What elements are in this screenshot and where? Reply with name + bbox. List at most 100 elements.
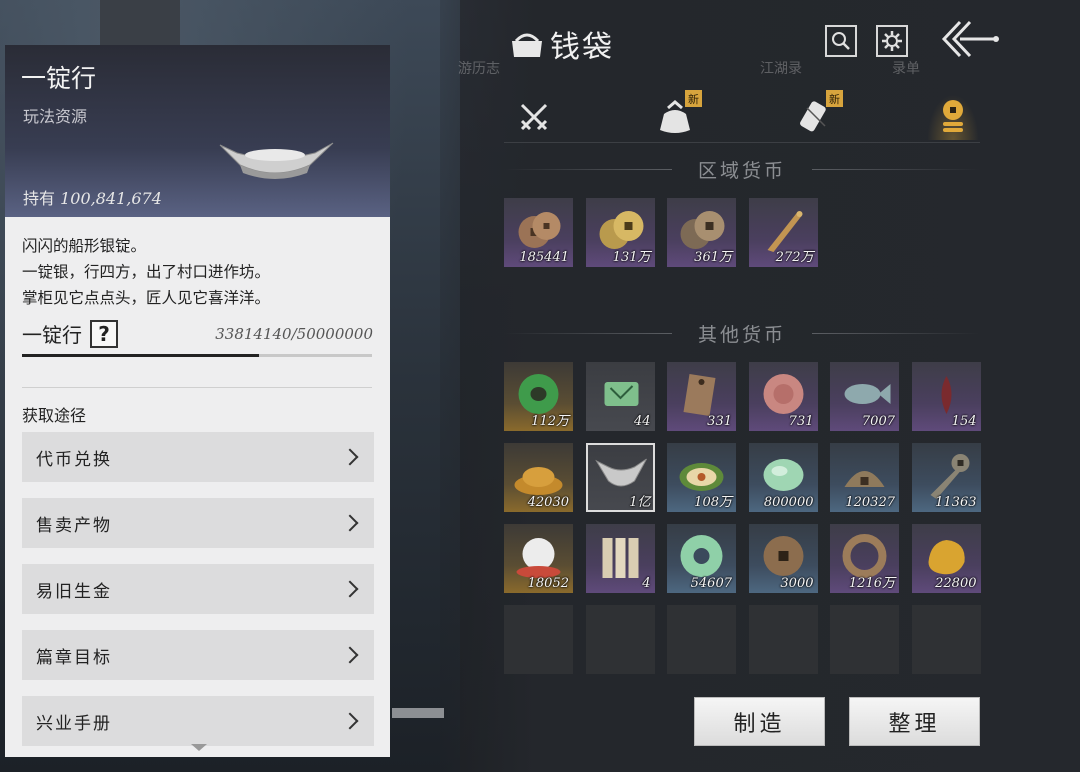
tab-equipment[interactable]: [509, 94, 559, 140]
sort-button[interactable]: 整理: [849, 697, 980, 746]
currency-slot[interactable]: 731: [748, 362, 818, 431]
currency-count: 108万: [694, 495, 732, 510]
item-detail-body: 闪闪的船形银锭。 一锭银，行四方，出了村口进作坊。 掌柜见它点点头，匠人见它喜洋…: [5, 217, 390, 746]
currency-slot[interactable]: 11363: [911, 443, 981, 512]
tab-pouch[interactable]: 新: [650, 90, 702, 140]
bronze-coins-icon: [518, 212, 561, 248]
settings-button[interactable]: [876, 25, 908, 57]
divider: [22, 387, 372, 388]
currency-count: 361万: [694, 250, 732, 265]
jade-bi-icon: [680, 535, 723, 577]
source-item-label: 兴业手册: [36, 713, 112, 734]
tabs-divider: [504, 142, 980, 143]
currency-slot[interactable]: 800000: [748, 443, 818, 512]
help-icon[interactable]: ?: [90, 319, 118, 348]
currency-slot[interactable]: 120327: [830, 443, 899, 512]
progress-bar: [22, 354, 372, 357]
currency-count: 185441: [519, 250, 569, 265]
new-badge: 新: [685, 90, 702, 107]
item-subtitle: 玩法资源: [23, 107, 88, 126]
regional-currency-grid: 185441 131万 361万 272万: [504, 198, 981, 267]
bronze-tag-icon: [683, 374, 716, 416]
currency-slot[interactable]: 22800: [911, 524, 981, 593]
chevron-right-icon: [341, 580, 359, 598]
back-arrow-icon[interactable]: [938, 18, 1000, 60]
currency-count: 18052: [527, 576, 569, 591]
progress-value: 33814140/50000000: [215, 324, 373, 343]
empty-slot: [585, 605, 655, 674]
held-value: 100,841,674: [60, 189, 162, 208]
currency-count: 800000: [763, 495, 814, 510]
currency-slot[interactable]: 3000: [748, 524, 818, 593]
description-line: 掌柜见它点点头，匠人见它喜洋洋。: [22, 289, 271, 307]
pearl-icon: [516, 538, 561, 578]
source-item-label: 易旧生金: [36, 581, 112, 602]
currency-slot[interactable]: 18052: [504, 524, 573, 593]
currency-slot[interactable]: 185441: [504, 198, 573, 267]
ancient-spade-coin-icon: [930, 454, 969, 499]
currency-slot[interactable]: 1亿: [585, 443, 655, 512]
red-leaf-icon: [941, 376, 951, 414]
source-title: 获取途径: [22, 406, 87, 425]
scroll-down-icon[interactable]: [191, 744, 207, 751]
red-jade-icon: [763, 374, 803, 414]
currency-slot[interactable]: 1216万: [830, 524, 899, 593]
source-item[interactable]: 售卖产物: [22, 498, 374, 548]
empty-slot: [504, 605, 573, 674]
currency-count: 3000: [780, 576, 814, 591]
currency-slot[interactable]: 272万: [748, 198, 818, 267]
section-header-other: 其他货币: [504, 320, 981, 347]
divider: [812, 169, 981, 170]
bamboo-slips-icon: [602, 538, 638, 578]
progress-fill: [22, 354, 259, 357]
currency-slot[interactable]: 331: [667, 362, 736, 431]
source-item[interactable]: 代币兑换: [22, 432, 374, 482]
divider: [812, 333, 981, 334]
source-item-label: 售卖产物: [36, 515, 112, 536]
source-item-label: 代币兑换: [36, 449, 112, 470]
section-header-regional: 区域货币: [504, 156, 981, 183]
held-row: 持有 100,841,674: [23, 185, 162, 209]
gear-icon: [882, 31, 902, 51]
currency-slot[interactable]: 54607: [667, 524, 736, 593]
currency-slot[interactable]: 112万: [504, 362, 573, 431]
jade-stone-icon: [763, 459, 803, 491]
jade-map-icon: [604, 382, 638, 406]
currency-slot[interactable]: 42030: [504, 443, 573, 512]
currency-slot[interactable]: 44: [585, 362, 655, 431]
currency-slot[interactable]: 154: [911, 362, 981, 431]
currency-count: 42030: [527, 495, 569, 510]
search-icon: [832, 32, 850, 50]
currency-slot[interactable]: 131万: [585, 198, 655, 267]
background-tower: [100, 0, 180, 48]
other-currency-grid: 112万 44 331 731 7007 154 42030 1亿 108万 800000 1203…: [504, 362, 981, 674]
item-detail-header: 一锭行 玩法资源 持有 100,841,674: [5, 45, 390, 217]
currency-count: 131万: [612, 250, 651, 265]
gold-nugget-icon: [928, 540, 965, 575]
faint-tab: 江湖录: [760, 61, 802, 77]
source-item[interactable]: 易旧生金: [22, 564, 374, 614]
progress-label: 一锭行: [22, 323, 82, 347]
scrollbar[interactable]: [392, 708, 444, 718]
description-line: 一锭银，行四方，出了村口进作坊。: [22, 263, 271, 281]
source-item[interactable]: 兴业手册: [22, 696, 374, 746]
currency-slot[interactable]: 7007: [830, 362, 899, 431]
craft-button[interactable]: 制造: [694, 697, 825, 746]
currency-count: 54607: [690, 576, 732, 591]
chevron-right-icon: [341, 712, 359, 730]
item-detail-panel: 一锭行 玩法资源 持有 100,841,674 闪闪的船形银锭。 一锭银，行四方…: [5, 45, 390, 757]
currency-count: 120327: [845, 495, 895, 510]
coin-stack-icon: [943, 100, 963, 132]
currency-slot[interactable]: 108万: [667, 443, 736, 512]
source-list: 代币兑换售卖产物易旧生金篇章目标兴业手册: [22, 432, 374, 746]
currency-slot[interactable]: 361万: [667, 198, 736, 267]
tab-currency[interactable]: [927, 94, 979, 140]
wallet-icon: [512, 33, 542, 57]
currency-slot[interactable]: 4: [585, 524, 655, 593]
source-item[interactable]: 篇章目标: [22, 630, 374, 680]
page-title: 钱袋: [510, 22, 614, 66]
grain-pile-icon: [514, 467, 563, 495]
faint-tab: 游历志: [458, 61, 500, 77]
tab-scroll[interactable]: 新: [791, 90, 843, 140]
search-button[interactable]: [825, 25, 857, 57]
